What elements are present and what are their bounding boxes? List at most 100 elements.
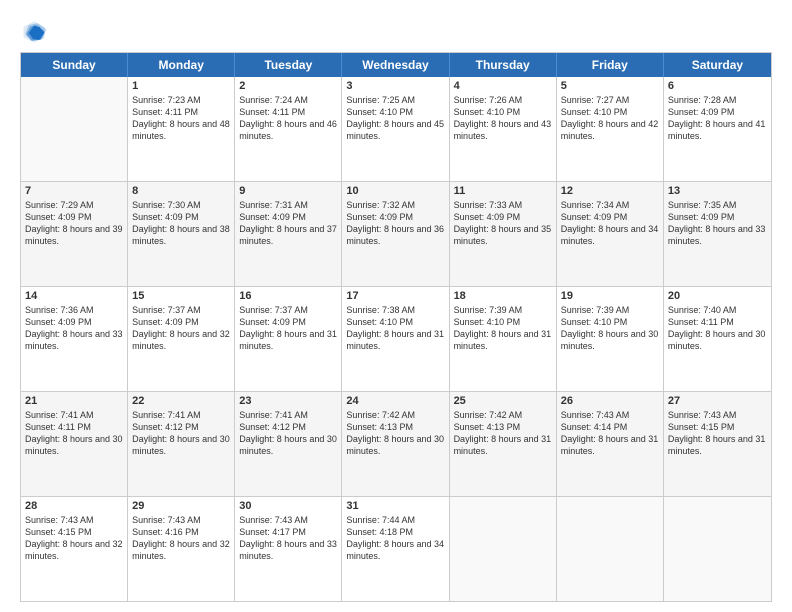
cell-info: Sunrise: 7:44 AM Sunset: 4:18 PM Dayligh… <box>346 514 444 563</box>
calendar-cell: 28 Sunrise: 7:43 AM Sunset: 4:15 PM Dayli… <box>21 497 128 601</box>
calendar-cell: 14 Sunrise: 7:36 AM Sunset: 4:09 PM Dayli… <box>21 287 128 391</box>
cell-info: Sunrise: 7:41 AM Sunset: 4:11 PM Dayligh… <box>25 409 123 458</box>
calendar-cell: 17 Sunrise: 7:38 AM Sunset: 4:10 PM Dayli… <box>342 287 449 391</box>
calendar-row-2: 14 Sunrise: 7:36 AM Sunset: 4:09 PM Dayli… <box>21 286 771 391</box>
day-number: 5 <box>561 80 659 92</box>
calendar-cell: 21 Sunrise: 7:41 AM Sunset: 4:11 PM Dayli… <box>21 392 128 496</box>
day-number: 10 <box>346 185 444 197</box>
day-number: 11 <box>454 185 552 197</box>
calendar-row-4: 28 Sunrise: 7:43 AM Sunset: 4:15 PM Dayli… <box>21 496 771 601</box>
header-day-tuesday: Tuesday <box>235 53 342 77</box>
day-number: 15 <box>132 290 230 302</box>
day-number: 25 <box>454 395 552 407</box>
calendar-cell: 23Sunrise: 7:41 AM Sunset: 4:12 PM Dayli… <box>235 392 342 496</box>
cell-info: Sunrise: 7:31 AM Sunset: 4:09 PM Dayligh… <box>239 199 337 248</box>
cell-info: Sunrise: 7:34 AM Sunset: 4:09 PM Dayligh… <box>561 199 659 248</box>
calendar-cell <box>664 497 771 601</box>
cell-info: Sunrise: 7:30 AM Sunset: 4:09 PM Dayligh… <box>132 199 230 248</box>
calendar-body: 1Sunrise: 7:23 AM Sunset: 4:11 PM Daylig… <box>21 77 771 601</box>
cell-info: Sunrise: 7:38 AM Sunset: 4:10 PM Dayligh… <box>346 304 444 353</box>
header-day-monday: Monday <box>128 53 235 77</box>
cell-info: Sunrise: 7:41 AM Sunset: 4:12 PM Dayligh… <box>132 409 230 458</box>
cell-info: Sunrise: 7:33 AM Sunset: 4:09 PM Dayligh… <box>454 199 552 248</box>
cell-info: Sunrise: 7:32 AM Sunset: 4:09 PM Dayligh… <box>346 199 444 248</box>
cell-info: Sunrise: 7:43 AM Sunset: 4:17 PM Dayligh… <box>239 514 337 563</box>
day-number: 2 <box>239 80 337 92</box>
cell-info: Sunrise: 7:40 AM Sunset: 4:11 PM Dayligh… <box>668 304 767 353</box>
calendar-page: SundayMondayTuesdayWednesdayThursdayFrid… <box>0 0 792 612</box>
calendar-cell: 7 Sunrise: 7:29 AM Sunset: 4:09 PM Daylig… <box>21 182 128 286</box>
logo-icon <box>20 18 48 46</box>
calendar-cell: 27 Sunrise: 7:43 AM Sunset: 4:15 PM Dayli… <box>664 392 771 496</box>
day-number: 24 <box>346 395 444 407</box>
calendar-cell <box>21 77 128 181</box>
day-number: 14 <box>25 290 123 302</box>
calendar-cell: 22Sunrise: 7:41 AM Sunset: 4:12 PM Dayli… <box>128 392 235 496</box>
cell-info: Sunrise: 7:27 AM Sunset: 4:10 PM Dayligh… <box>561 94 659 143</box>
day-number: 23 <box>239 395 337 407</box>
calendar-cell: 30 Sunrise: 7:43 AM Sunset: 4:17 PM Dayli… <box>235 497 342 601</box>
cell-info: Sunrise: 7:29 AM Sunset: 4:09 PM Dayligh… <box>25 199 123 248</box>
day-number: 13 <box>668 185 767 197</box>
day-number: 9 <box>239 185 337 197</box>
cell-info: Sunrise: 7:39 AM Sunset: 4:10 PM Dayligh… <box>454 304 552 353</box>
calendar-cell: 11 Sunrise: 7:33 AM Sunset: 4:09 PM Dayli… <box>450 182 557 286</box>
cell-info: Sunrise: 7:42 AM Sunset: 4:13 PM Dayligh… <box>454 409 552 458</box>
cell-info: Sunrise: 7:43 AM Sunset: 4:15 PM Dayligh… <box>25 514 123 563</box>
calendar-cell: 20 Sunrise: 7:40 AM Sunset: 4:11 PM Dayli… <box>664 287 771 391</box>
day-number: 19 <box>561 290 659 302</box>
day-number: 26 <box>561 395 659 407</box>
day-number: 27 <box>668 395 767 407</box>
header-day-sunday: Sunday <box>21 53 128 77</box>
calendar-row-3: 21 Sunrise: 7:41 AM Sunset: 4:11 PM Dayli… <box>21 391 771 496</box>
day-number: 28 <box>25 500 123 512</box>
day-number: 31 <box>346 500 444 512</box>
day-number: 20 <box>668 290 767 302</box>
header-day-wednesday: Wednesday <box>342 53 449 77</box>
calendar-cell: 25 Sunrise: 7:42 AM Sunset: 4:13 PM Dayli… <box>450 392 557 496</box>
calendar-cell: 2Sunrise: 7:24 AM Sunset: 4:11 PM Daylig… <box>235 77 342 181</box>
cell-info: Sunrise: 7:28 AM Sunset: 4:09 PM Dayligh… <box>668 94 767 143</box>
cell-info: Sunrise: 7:37 AM Sunset: 4:09 PM Dayligh… <box>239 304 337 353</box>
calendar-cell: 19 Sunrise: 7:39 AM Sunset: 4:10 PM Dayli… <box>557 287 664 391</box>
cell-info: Sunrise: 7:26 AM Sunset: 4:10 PM Dayligh… <box>454 94 552 143</box>
day-number: 17 <box>346 290 444 302</box>
cell-info: Sunrise: 7:43 AM Sunset: 4:15 PM Dayligh… <box>668 409 767 458</box>
calendar-row-1: 7 Sunrise: 7:29 AM Sunset: 4:09 PM Daylig… <box>21 181 771 286</box>
cell-info: Sunrise: 7:43 AM Sunset: 4:14 PM Dayligh… <box>561 409 659 458</box>
calendar-cell: 6 Sunrise: 7:28 AM Sunset: 4:09 PM Daylig… <box>664 77 771 181</box>
calendar-header: SundayMondayTuesdayWednesdayThursdayFrid… <box>21 53 771 77</box>
header-day-saturday: Saturday <box>664 53 771 77</box>
day-number: 4 <box>454 80 552 92</box>
calendar-cell: 13 Sunrise: 7:35 AM Sunset: 4:09 PM Dayli… <box>664 182 771 286</box>
day-number: 7 <box>25 185 123 197</box>
header-day-thursday: Thursday <box>450 53 557 77</box>
calendar-row-0: 1Sunrise: 7:23 AM Sunset: 4:11 PM Daylig… <box>21 77 771 181</box>
calendar-cell: 18 Sunrise: 7:39 AM Sunset: 4:10 PM Dayli… <box>450 287 557 391</box>
cell-info: Sunrise: 7:25 AM Sunset: 4:10 PM Dayligh… <box>346 94 444 143</box>
calendar-cell: 3 Sunrise: 7:25 AM Sunset: 4:10 PM Daylig… <box>342 77 449 181</box>
day-number: 12 <box>561 185 659 197</box>
cell-info: Sunrise: 7:43 AM Sunset: 4:16 PM Dayligh… <box>132 514 230 563</box>
calendar-cell: 26 Sunrise: 7:43 AM Sunset: 4:14 PM Dayli… <box>557 392 664 496</box>
cell-info: Sunrise: 7:35 AM Sunset: 4:09 PM Dayligh… <box>668 199 767 248</box>
calendar-cell: 1Sunrise: 7:23 AM Sunset: 4:11 PM Daylig… <box>128 77 235 181</box>
day-number: 21 <box>25 395 123 407</box>
day-number: 3 <box>346 80 444 92</box>
calendar-cell: 10 Sunrise: 7:32 AM Sunset: 4:09 PM Dayli… <box>342 182 449 286</box>
header <box>20 18 772 46</box>
cell-info: Sunrise: 7:36 AM Sunset: 4:09 PM Dayligh… <box>25 304 123 353</box>
logo <box>20 18 52 46</box>
calendar-cell: 4 Sunrise: 7:26 AM Sunset: 4:10 PM Daylig… <box>450 77 557 181</box>
calendar-cell: 24Sunrise: 7:42 AM Sunset: 4:13 PM Dayli… <box>342 392 449 496</box>
day-number: 30 <box>239 500 337 512</box>
calendar-cell: 29Sunrise: 7:43 AM Sunset: 4:16 PM Dayli… <box>128 497 235 601</box>
calendar: SundayMondayTuesdayWednesdayThursdayFrid… <box>20 52 772 602</box>
day-number: 8 <box>132 185 230 197</box>
header-day-friday: Friday <box>557 53 664 77</box>
day-number: 1 <box>132 80 230 92</box>
cell-info: Sunrise: 7:39 AM Sunset: 4:10 PM Dayligh… <box>561 304 659 353</box>
day-number: 18 <box>454 290 552 302</box>
calendar-cell: 15Sunrise: 7:37 AM Sunset: 4:09 PM Dayli… <box>128 287 235 391</box>
day-number: 6 <box>668 80 767 92</box>
